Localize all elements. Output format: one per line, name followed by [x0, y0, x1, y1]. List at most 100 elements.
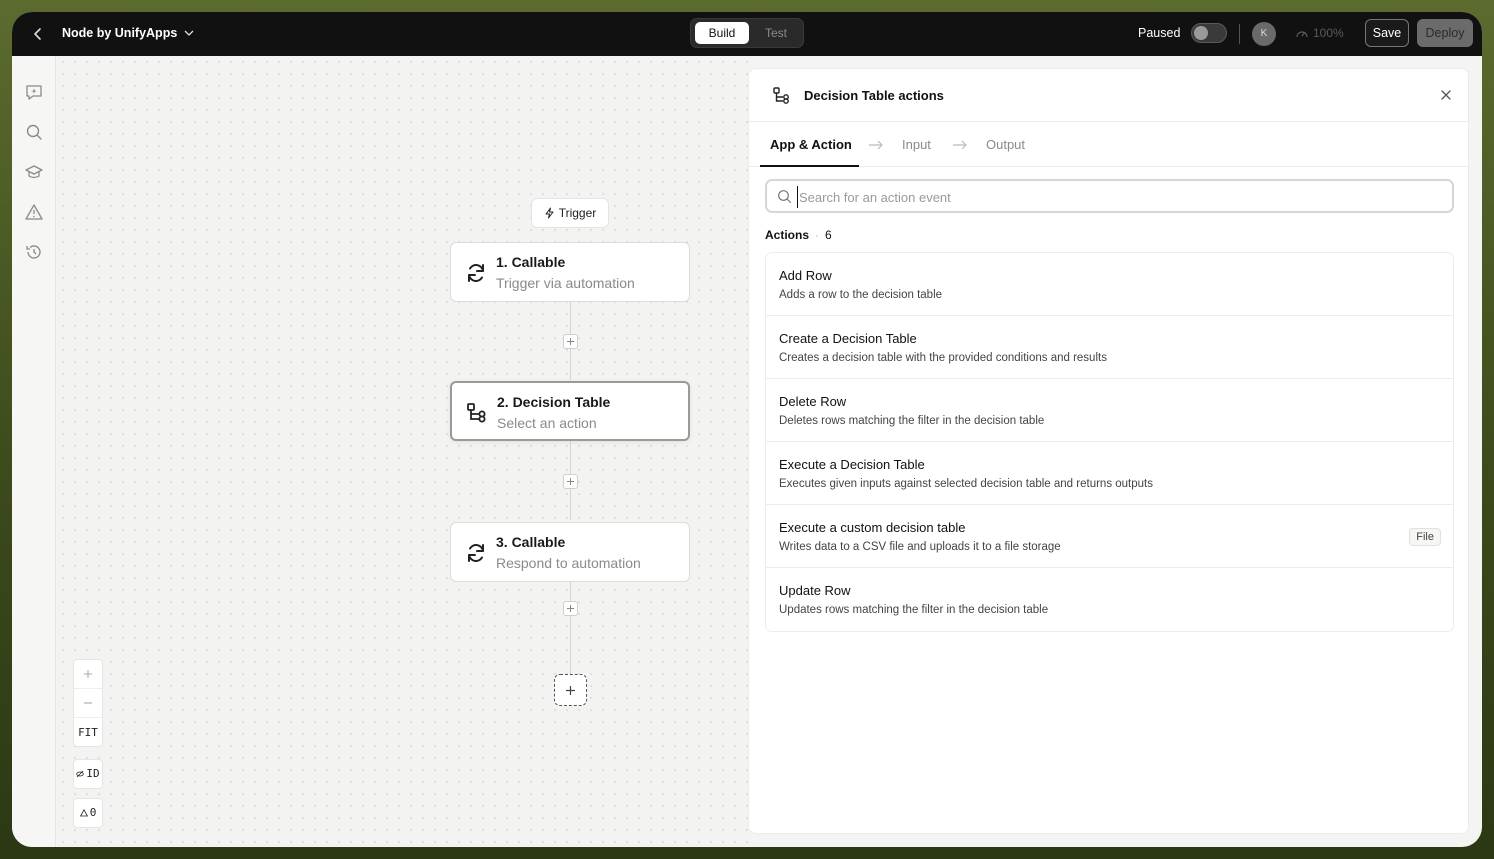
app-title: Node by UnifyApps	[62, 26, 178, 40]
trigger-label: Trigger	[558, 206, 597, 220]
decision-table-icon	[773, 87, 789, 104]
plus-icon	[567, 605, 574, 612]
deploy-button[interactable]: Deploy	[1417, 19, 1473, 47]
add-step-button[interactable]	[563, 601, 578, 616]
zoom-readout: 100%	[1295, 26, 1344, 40]
plus-icon	[566, 685, 575, 695]
node-subtitle: Respond to automation	[496, 555, 641, 571]
close-icon[interactable]	[1438, 87, 1454, 103]
zoom-out-button[interactable]	[74, 689, 102, 718]
action-name: Update Row	[779, 583, 851, 598]
left-rail	[12, 56, 56, 847]
step-tabs: App & Action Input Output	[749, 123, 1468, 167]
pause-toggle[interactable]	[1191, 23, 1227, 43]
chevron-down-icon	[184, 30, 194, 36]
arrow-right-icon	[869, 140, 883, 150]
paused-label: Paused	[1138, 26, 1181, 40]
node-subtitle: Select an action	[497, 415, 597, 431]
plus-icon	[567, 478, 574, 485]
flow-node-2[interactable]: 2. Decision Table Select an action	[450, 381, 690, 441]
decision-table-icon	[467, 403, 486, 423]
action-description: Executes given inputs against selected d…	[779, 478, 1153, 490]
save-button[interactable]: Save	[1365, 19, 1409, 47]
gauge-icon	[1296, 31, 1308, 38]
warnings-button[interactable]: 0	[73, 798, 103, 828]
tab-input[interactable]: Input	[902, 137, 931, 152]
warning-icon[interactable]	[24, 202, 44, 222]
tab-app-action[interactable]: App & Action	[770, 137, 852, 152]
action-item-add-row[interactable]: Add Row Adds a row to the decision table	[766, 253, 1453, 316]
node-title: 1. Callable	[496, 254, 566, 270]
action-description: Adds a row to the decision table	[779, 289, 943, 301]
action-description: Creates a decision table with the provid…	[779, 352, 1107, 364]
avatar[interactable]: K	[1252, 22, 1276, 46]
warning-count: 0	[89, 806, 97, 819]
trigger-label-pill[interactable]: Trigger	[531, 198, 609, 228]
action-name: Execute a Decision Table	[779, 457, 925, 472]
node-title: 2. Decision Table	[497, 394, 611, 410]
action-item-create-decision-table[interactable]: Create a Decision Table Creates a decisi…	[766, 316, 1453, 379]
actions-list: Add Row Adds a row to the decision table…	[765, 252, 1454, 632]
node-subtitle: Trigger via automation	[496, 275, 635, 291]
mode-toggle: Build Test	[690, 18, 804, 48]
flow-canvas[interactable]: Trigger 1. Callable Trigger via automati…	[57, 56, 748, 847]
plus-icon	[84, 670, 92, 678]
lightning-icon	[545, 207, 554, 219]
actions-label: Actions	[765, 228, 810, 242]
action-item-execute-custom-decision-table[interactable]: Execute a custom decision table Writes d…	[766, 505, 1453, 568]
add-final-step-button[interactable]	[554, 674, 587, 706]
actions-header: Actions · 6	[765, 228, 832, 242]
add-step-button[interactable]	[563, 334, 578, 349]
refresh-icon	[468, 264, 484, 282]
top-bar: Node by UnifyApps Build Test Paused K 10…	[12, 12, 1482, 56]
id-label: ID	[86, 767, 100, 780]
app-switcher[interactable]: Node by UnifyApps	[62, 26, 195, 40]
search-icon	[778, 190, 792, 204]
action-item-delete-row[interactable]: Delete Row Deletes rows matching the fil…	[766, 379, 1453, 442]
action-description: Deletes rows matching the filter in the …	[779, 415, 1045, 427]
action-item-update-row[interactable]: Update Row Updates rows matching the fil…	[766, 568, 1453, 631]
zoom-controls: FIT	[73, 659, 103, 747]
tab-output[interactable]: Output	[986, 137, 1025, 152]
file-badge: File	[1409, 528, 1441, 546]
search-field[interactable]	[765, 179, 1454, 213]
flow-node-1[interactable]: 1. Callable Trigger via automation	[450, 242, 690, 302]
plus-icon	[567, 338, 574, 345]
toggle-ids-button[interactable]: ID	[73, 759, 103, 789]
add-step-button[interactable]	[563, 474, 578, 489]
divider	[1239, 24, 1240, 44]
toggle-knob	[1194, 26, 1208, 40]
zoom-level: 100%	[1313, 26, 1344, 40]
panel-header: Decision Table actions	[749, 69, 1468, 122]
search-icon[interactable]	[24, 122, 44, 142]
connector-line	[570, 580, 571, 674]
arrow-right-icon	[953, 140, 967, 150]
app-window: Node by UnifyApps Build Test Paused K 10…	[12, 12, 1482, 847]
flow-node-3[interactable]: 3. Callable Respond to automation	[450, 522, 690, 582]
zoom-in-button[interactable]	[74, 660, 102, 689]
panel-title: Decision Table actions	[804, 88, 944, 103]
warning-icon	[79, 809, 88, 817]
back-arrow-icon[interactable]	[28, 24, 48, 44]
graduation-cap-icon[interactable]	[24, 162, 44, 182]
build-tab[interactable]: Build	[695, 22, 749, 44]
ai-chat-icon[interactable]	[24, 82, 44, 102]
node-title: 3. Callable	[496, 534, 566, 550]
action-name: Create a Decision Table	[779, 331, 917, 346]
actions-count: 6	[825, 228, 832, 242]
action-name: Execute a custom decision table	[779, 520, 966, 535]
eye-off-icon	[76, 770, 85, 778]
history-icon[interactable]	[24, 242, 44, 262]
fit-button[interactable]: FIT	[74, 718, 102, 747]
active-tab-indicator	[760, 165, 859, 167]
refresh-icon	[468, 544, 484, 562]
test-tab[interactable]: Test	[751, 22, 801, 44]
action-name: Add Row	[779, 268, 832, 283]
action-description: Updates rows matching the filter in the …	[779, 604, 1049, 616]
actions-panel: Decision Table actions App & Action Inpu…	[748, 68, 1469, 834]
minus-icon	[84, 702, 92, 704]
action-description: Writes data to a CSV file and uploads it…	[779, 541, 1061, 553]
action-item-execute-decision-table[interactable]: Execute a Decision Table Executes given …	[766, 442, 1453, 505]
search-input[interactable]	[797, 186, 1437, 208]
action-name: Delete Row	[779, 394, 847, 409]
